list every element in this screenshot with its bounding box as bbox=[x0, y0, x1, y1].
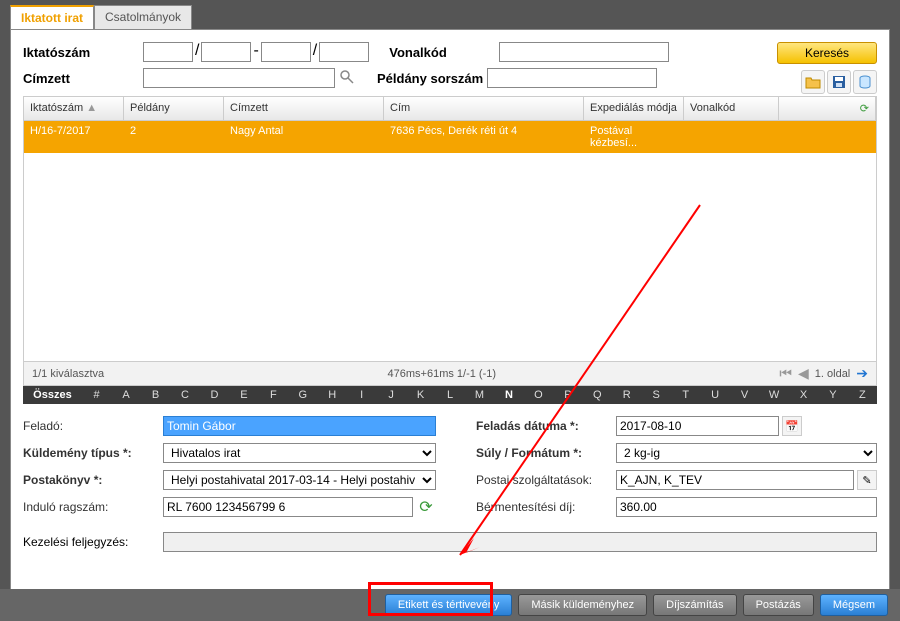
bermentes-label: Bérmentesítési díj: bbox=[476, 500, 616, 514]
alpha-letter[interactable]: N bbox=[494, 389, 523, 401]
first-page-icon[interactable]: ⏮ bbox=[779, 365, 792, 382]
alpha-letter[interactable]: M bbox=[465, 389, 494, 401]
postazas-button[interactable]: Postázás bbox=[743, 594, 814, 616]
alpha-letter[interactable]: A bbox=[111, 389, 140, 401]
save-icon[interactable] bbox=[827, 70, 851, 94]
alpha-letter[interactable]: B bbox=[141, 389, 170, 401]
cell-cim: 7636 Pécs, Derék réti út 4 bbox=[384, 121, 584, 153]
col-iktatoszam[interactable]: Iktatószám ▲ bbox=[24, 97, 124, 120]
alpha-letter[interactable]: O bbox=[524, 389, 553, 401]
alpha-letter[interactable]: X bbox=[789, 389, 818, 401]
col-cimzett[interactable]: Címzett bbox=[224, 97, 384, 120]
cell-expedialas: Postával kézbesí... bbox=[584, 121, 684, 153]
table-row[interactable]: H/16-7/2017 2 Nagy Antal 7636 Pécs, Deré… bbox=[24, 121, 876, 153]
cimzett-input[interactable] bbox=[143, 68, 335, 88]
iktatoszam-input-4[interactable] bbox=[319, 42, 369, 62]
cell-peldany: 2 bbox=[124, 121, 224, 153]
felado-label: Feladó: bbox=[23, 419, 163, 433]
alpha-letter[interactable]: W bbox=[759, 389, 788, 401]
cell-cimzett: Nagy Antal bbox=[224, 121, 384, 153]
label-vonalkod: Vonalkód bbox=[389, 45, 499, 60]
label-iktatoszam: Iktatószám bbox=[23, 45, 143, 60]
folder-icon[interactable] bbox=[801, 70, 825, 94]
feladas-datuma-label: Feladás dátuma *: bbox=[476, 419, 616, 433]
iktatoszam-input-3[interactable] bbox=[261, 42, 311, 62]
alpha-letter[interactable]: Q bbox=[583, 389, 612, 401]
alpha-letter[interactable]: R bbox=[612, 389, 641, 401]
label-peldany: Példány sorszám bbox=[377, 71, 487, 86]
alpha-letter[interactable]: K bbox=[406, 389, 435, 401]
alpha-letter[interactable]: L bbox=[435, 389, 464, 401]
calendar-icon[interactable]: 📅 bbox=[782, 416, 802, 436]
edit-icon[interactable]: ✎ bbox=[857, 470, 877, 490]
etikett-button[interactable]: Etikett és tértivevény bbox=[385, 594, 513, 616]
refresh-icon[interactable]: ⟳ bbox=[416, 497, 436, 517]
database-icon[interactable] bbox=[853, 70, 877, 94]
suly-label: Súly / Formátum *: bbox=[476, 446, 616, 460]
col-vonalkod[interactable]: Vonalkód bbox=[684, 97, 779, 120]
alpha-all[interactable]: Összes bbox=[23, 389, 82, 401]
alpha-letter[interactable]: U bbox=[700, 389, 729, 401]
megsem-button[interactable]: Mégsem bbox=[820, 594, 888, 616]
dijszamitas-button[interactable]: Díjszámítás bbox=[653, 594, 736, 616]
masik-kuldemeny-button[interactable]: Másik küldeményhez bbox=[518, 594, 647, 616]
vonalkod-input[interactable] bbox=[499, 42, 669, 62]
postakonyv-label: Postakönyv *: bbox=[23, 473, 163, 487]
table-header: Iktatószám ▲ Példány Címzett Cím Expediá… bbox=[24, 97, 876, 121]
peldany-input[interactable] bbox=[487, 68, 657, 88]
kezelesi-input[interactable] bbox=[163, 532, 877, 552]
col-expedialas[interactable]: Expediálás módja bbox=[584, 97, 684, 120]
alpha-letter[interactable]: S bbox=[642, 389, 671, 401]
alpha-letter[interactable]: T bbox=[671, 389, 700, 401]
kezelesi-label: Kezelési feljegyzés: bbox=[23, 535, 163, 549]
alpha-letter[interactable]: J bbox=[376, 389, 405, 401]
label-cimzett: Címzett bbox=[23, 71, 143, 86]
page-label: 1. oldal bbox=[815, 368, 850, 380]
tab-csatolmanyok[interactable]: Csatolmányok bbox=[94, 5, 192, 29]
col-refresh[interactable]: ⟳ bbox=[779, 97, 876, 120]
alpha-letter[interactable]: H bbox=[318, 389, 347, 401]
selection-status: 1/1 kiválasztva bbox=[32, 368, 104, 380]
tab-iktatott-irat[interactable]: Iktatott irat bbox=[10, 5, 94, 29]
indulo-ragszam-label: Induló ragszám: bbox=[23, 500, 163, 514]
iktatoszam-input-1[interactable] bbox=[143, 42, 193, 62]
alpha-letter[interactable]: D bbox=[200, 389, 229, 401]
cell-vonalkod bbox=[684, 121, 779, 153]
alpha-letter[interactable]: G bbox=[288, 389, 317, 401]
search-button[interactable]: Keresés bbox=[777, 42, 877, 64]
alpha-letter[interactable]: E bbox=[229, 389, 258, 401]
kuldemeny-tipus-label: Küldemény típus *: bbox=[23, 446, 163, 460]
indulo-ragszam-input[interactable] bbox=[163, 497, 413, 517]
prev-page-icon[interactable]: ◀ bbox=[798, 365, 809, 382]
next-page-icon[interactable]: ➔ bbox=[856, 365, 868, 382]
col-cim[interactable]: Cím bbox=[384, 97, 584, 120]
alpha-letter[interactable]: Y bbox=[818, 389, 847, 401]
cell-iktatoszam: H/16-7/2017 bbox=[24, 121, 124, 153]
postai-szolg-label: Postai szolgáltatások: bbox=[476, 473, 616, 487]
alpha-letter[interactable]: V bbox=[730, 389, 759, 401]
alpha-letter[interactable]: F bbox=[259, 389, 288, 401]
alpha-letter[interactable]: C bbox=[170, 389, 199, 401]
col-peldany[interactable]: Példány bbox=[124, 97, 224, 120]
postai-szolg-input[interactable] bbox=[616, 470, 854, 490]
magnify-icon[interactable] bbox=[339, 69, 357, 87]
postakonyv-select[interactable]: Helyi postahivatal 2017-03-14 - Helyi po… bbox=[163, 470, 436, 490]
alpha-letter[interactable]: I bbox=[347, 389, 376, 401]
bermentes-input[interactable] bbox=[616, 497, 877, 517]
felado-input[interactable] bbox=[163, 416, 436, 436]
iktatoszam-input-2[interactable] bbox=[201, 42, 251, 62]
alpha-letter[interactable]: Z bbox=[848, 389, 877, 401]
kuldemeny-tipus-select[interactable]: Hivatalos irat bbox=[163, 443, 436, 463]
alpha-letter[interactable]: P bbox=[553, 389, 582, 401]
timing-status: 476ms+61ms 1/-1 (-1) bbox=[388, 368, 497, 380]
alpha-filter-bar: Összes # A B C D E F G H I J K L M N O P… bbox=[23, 386, 877, 404]
feladas-datuma-input[interactable] bbox=[616, 416, 779, 436]
alpha-hash[interactable]: # bbox=[82, 389, 111, 401]
suly-select[interactable]: 2 kg-ig bbox=[616, 443, 877, 463]
